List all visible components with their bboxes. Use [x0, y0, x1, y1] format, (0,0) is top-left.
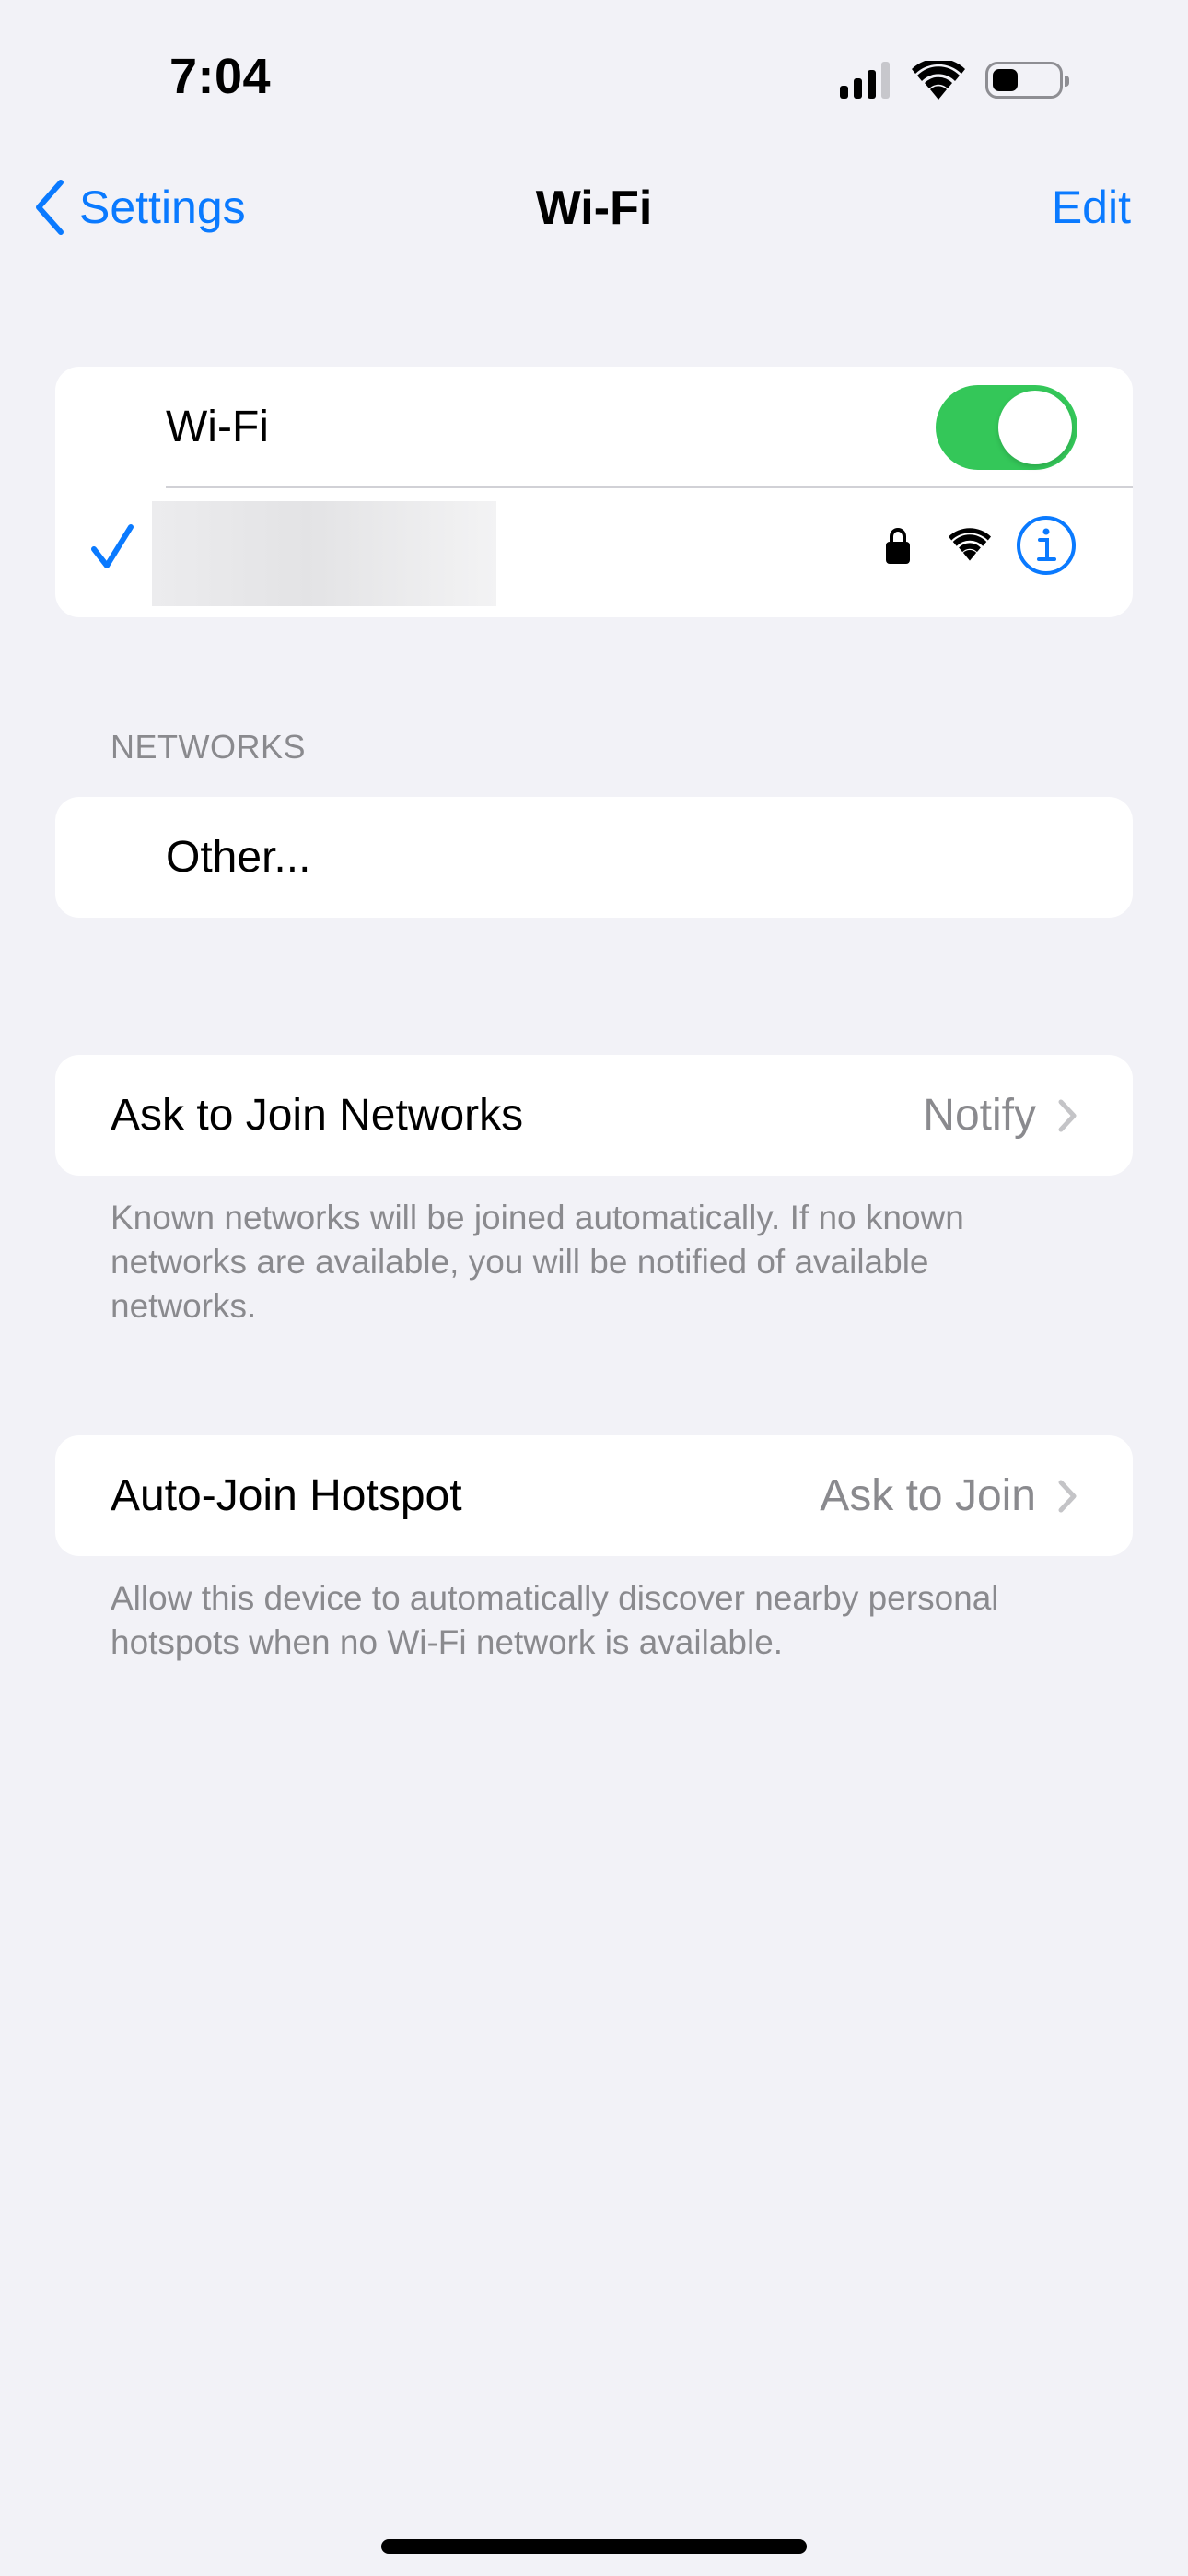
auto-join-hotspot-row[interactable]: Auto-Join Hotspot Ask to Join — [55, 1435, 1133, 1556]
battery-icon — [985, 62, 1069, 99]
wifi-signal-icon — [949, 528, 991, 561]
ask-to-join-row[interactable]: Ask to Join Networks Notify — [55, 1055, 1133, 1176]
network-name-redacted — [152, 501, 496, 606]
lock-icon — [886, 528, 910, 564]
cellular-signal-icon — [840, 62, 890, 99]
info-icon[interactable] — [1015, 514, 1077, 577]
auto-join-hotspot-footer: Allow this device to automatically disco… — [111, 1579, 999, 1661]
page-title: Wi-Fi — [535, 181, 653, 235]
connected-network-row[interactable] — [55, 486, 1133, 617]
signal-bar — [868, 70, 876, 99]
chevron-right-icon — [1058, 1099, 1077, 1131]
chevron-right-icon — [1058, 1480, 1077, 1512]
ask-to-join-label: Ask to Join Networks — [111, 1091, 524, 1140]
toggle-knob — [998, 391, 1072, 464]
networks-section-header: NETWORKS — [111, 728, 307, 766]
ask-to-join-value: Notify — [923, 1091, 1036, 1140]
wifi-toggle[interactable] — [936, 385, 1077, 470]
signal-bar — [840, 86, 848, 99]
checkmark-icon — [91, 524, 134, 568]
other-network-label: Other... — [166, 833, 311, 882]
home-indicator[interactable] — [381, 2539, 807, 2554]
signal-bar — [854, 78, 862, 99]
network-status-icons — [884, 514, 1077, 577]
wifi-toggle-row: Wi-Fi — [55, 367, 1133, 486]
ask-to-join-card: Ask to Join Networks Notify — [55, 1055, 1133, 1176]
battery-fill — [993, 69, 1018, 91]
auto-join-hotspot-value: Ask to Join — [820, 1471, 1036, 1520]
edit-button[interactable]: Edit — [1052, 181, 1131, 234]
signal-bar — [881, 62, 890, 99]
auto-join-hotspot-card: Auto-Join Hotspot Ask to Join — [55, 1435, 1133, 1556]
networks-card: Other... — [55, 797, 1133, 918]
wifi-toggle-label: Wi-Fi — [166, 402, 269, 451]
wifi-card: Wi-Fi — [55, 367, 1133, 617]
status-icons — [840, 57, 1069, 103]
battery-nub — [1065, 76, 1069, 87]
wifi-status-icon — [912, 61, 965, 100]
status-time: 7:04 — [169, 49, 272, 104]
ask-to-join-footer: Known networks will be joined automatica… — [111, 1199, 964, 1325]
other-network-row[interactable]: Other... — [55, 797, 1133, 918]
auto-join-hotspot-label: Auto-Join Hotspot — [111, 1471, 462, 1520]
